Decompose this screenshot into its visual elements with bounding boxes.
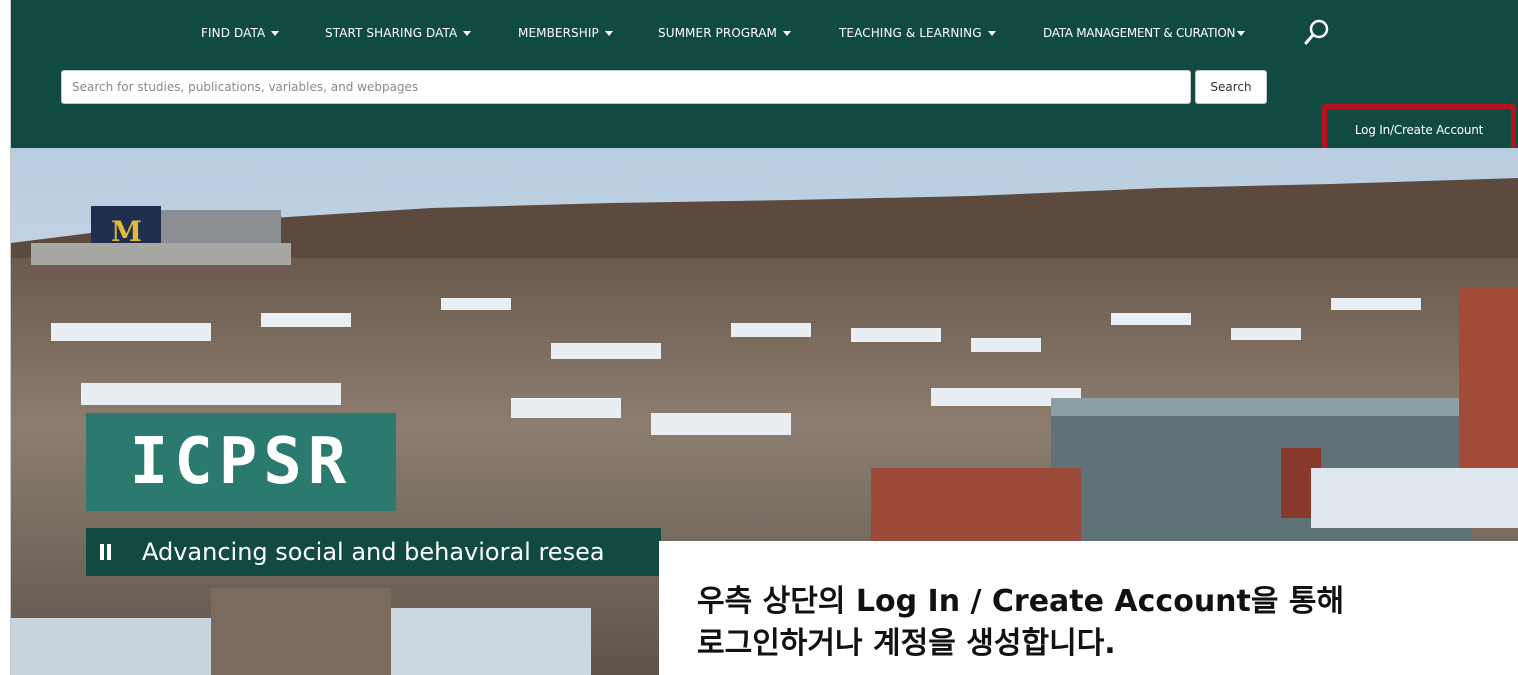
nav-label: START SHARING DATA <box>325 26 458 40</box>
nav-label: MEMBERSHIP <box>518 26 599 40</box>
tagline-banner: Advancing social and behavioral resea <box>86 528 661 576</box>
login-create-account-link[interactable]: Log In/Create Account <box>1331 113 1507 147</box>
nav-label: SUMMER PROGRAM <box>658 26 777 40</box>
icpsr-logo: ICPSR <box>86 413 396 511</box>
caption-text: 우측 상단의 Log In / Create Account을 통해 로그인하거… <box>697 581 1517 665</box>
logo-text: ICPSR <box>129 425 353 499</box>
caption-line-2: 로그인하거나 계정을 생성합니다. <box>697 626 1116 661</box>
nav-membership[interactable]: MEMBERSHIP <box>518 18 613 48</box>
caret-down-icon <box>987 31 996 36</box>
site-header: FIND DATA START SHARING DATA MEMBERSHIP … <box>11 0 1518 156</box>
tagline-text: Advancing social and behavioral resea <box>142 538 605 566</box>
nav-start-sharing-data[interactable]: START SHARING DATA <box>325 18 472 48</box>
hero-banner: M ICPSR Advancing social and behavioral … <box>11 148 1518 675</box>
search-button[interactable]: Search <box>1195 70 1267 104</box>
search-input[interactable] <box>61 70 1191 104</box>
browser-frame: FIND DATA START SHARING DATA MEMBERSHIP … <box>10 0 1518 675</box>
nav-summer-program[interactable]: SUMMER PROGRAM <box>658 18 791 48</box>
caret-down-icon <box>1237 31 1246 36</box>
caret-down-icon <box>604 31 613 36</box>
nav-teaching-learning[interactable]: TEACHING & LEARNING <box>839 18 996 48</box>
instruction-caption: 우측 상단의 Log In / Create Account을 통해 로그인하거… <box>659 541 1518 675</box>
caret-down-icon <box>782 31 791 36</box>
nav-label: TEACHING & LEARNING <box>839 26 982 40</box>
caret-down-icon <box>463 31 472 36</box>
nav-label: DATA MANAGEMENT & CURATION <box>1043 26 1236 40</box>
nav-data-management-curation[interactable]: DATA MANAGEMENT & CURATION <box>1043 18 1246 48</box>
nav-label: FIND DATA <box>201 26 266 40</box>
caption-line-1: 우측 상단의 Log In / Create Account을 통해 <box>697 584 1345 619</box>
pause-icon[interactable] <box>100 544 112 560</box>
magnifier-icon[interactable] <box>1299 16 1333 50</box>
nav-find-data[interactable]: FIND DATA <box>201 18 280 48</box>
caret-down-icon <box>271 31 280 36</box>
